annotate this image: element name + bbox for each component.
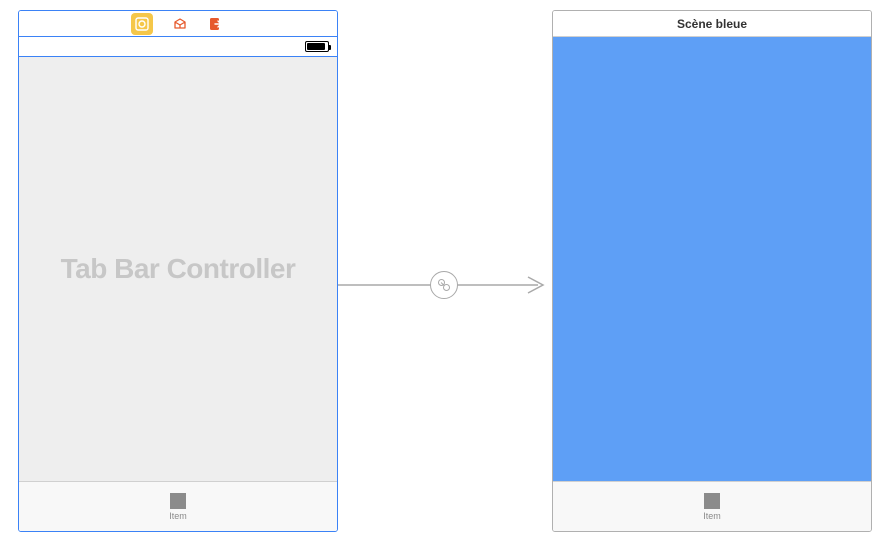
scene-title: Scène bleue xyxy=(677,17,747,31)
first-responder-icon[interactable] xyxy=(171,15,189,33)
tab-bar[interactable]: Item xyxy=(19,481,337,531)
tab-bar[interactable]: Item xyxy=(553,481,871,531)
tab-item-label: Item xyxy=(703,511,721,521)
scene-body[interactable]: Tab Bar Controller xyxy=(19,57,337,481)
scene-header[interactable] xyxy=(19,11,337,37)
scene-header[interactable]: Scène bleue xyxy=(553,11,871,37)
scene-tab-bar-controller[interactable]: Tab Bar Controller Item xyxy=(18,10,338,532)
tab-item-icon[interactable] xyxy=(170,493,186,509)
controller-placeholder-label: Tab Bar Controller xyxy=(61,253,296,285)
exit-icon[interactable] xyxy=(207,15,225,33)
status-bar xyxy=(19,37,337,57)
scene-body[interactable] xyxy=(553,37,871,481)
scene-blue[interactable]: Scène bleue Item xyxy=(552,10,872,532)
viewcontroller-icon[interactable] xyxy=(131,13,153,35)
battery-icon xyxy=(305,41,329,52)
tab-item-icon[interactable] xyxy=(704,493,720,509)
tab-item-label: Item xyxy=(169,511,187,521)
segue-badge-icon[interactable] xyxy=(430,271,458,299)
